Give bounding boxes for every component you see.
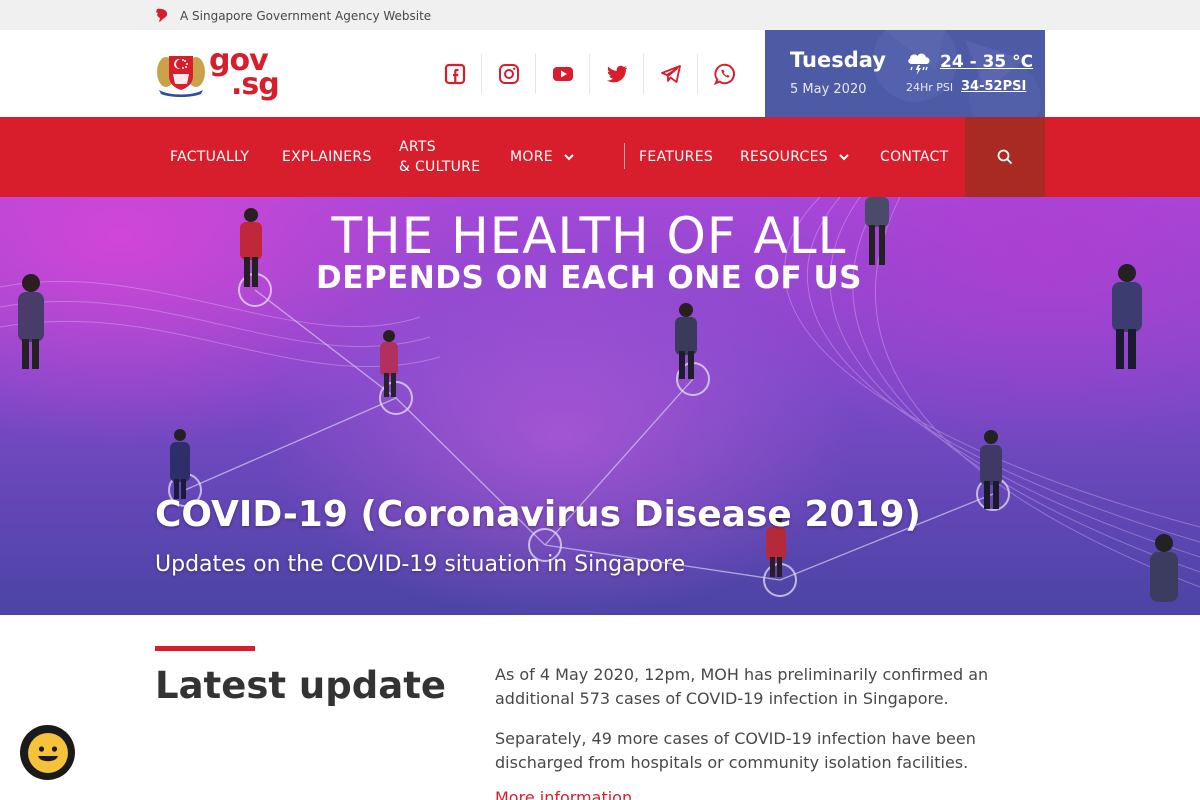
nav-label: MORE (510, 149, 553, 165)
chatbot-button[interactable] (20, 725, 75, 780)
gov-sg-logo[interactable]: gov .sg (155, 46, 280, 100)
hero-banner: THE HEALTH OF ALL DEPENDS ON EACH ONE OF… (0, 197, 1200, 615)
psi-link[interactable]: 34-52PSI (961, 79, 1026, 94)
section-accent-bar (155, 646, 255, 651)
hero-subheadline: DEPENDS ON EACH ONE OF US (316, 260, 862, 296)
nav-label: RESOURCES (740, 149, 828, 165)
nav-item-contact[interactable]: CONTACT (880, 117, 949, 197)
page-title: COVID-19 (Coronavirus Disease 2019) (155, 494, 921, 535)
search-button[interactable] (965, 117, 1045, 197)
twitter-link[interactable] (590, 54, 644, 94)
logo-wordmark: gov .sg (209, 46, 280, 100)
youtube-link[interactable] (536, 54, 590, 94)
nav-item-more[interactable]: MORE (510, 117, 575, 197)
whatsapp-icon (714, 63, 735, 85)
nav-item-factually[interactable]: FACTUALLY (170, 117, 249, 197)
update-paragraph: As of 4 May 2020, 12pm, MOH has prelimin… (495, 665, 989, 708)
instagram-link[interactable] (482, 54, 536, 94)
chevron-down-icon (839, 154, 849, 161)
nav-divider (624, 143, 625, 169)
social-links (428, 54, 752, 94)
chevron-down-icon (564, 154, 574, 161)
nav-label-line2: & CULTURE (399, 159, 481, 175)
current-date: 5 May 2020 (790, 82, 867, 97)
search-icon (997, 149, 1013, 165)
nav-item-resources[interactable]: RESOURCES (740, 117, 850, 197)
nav-label: EXPLAINERS (282, 149, 372, 165)
lion-head-icon (156, 8, 168, 22)
psi-label: 24Hr PSI (906, 81, 954, 94)
nav-label: FEATURES (639, 149, 714, 165)
nav-item-features[interactable]: FEATURES (639, 117, 713, 197)
youtube-icon (552, 67, 573, 81)
section-heading: Latest update (155, 664, 446, 707)
facebook-icon (444, 63, 465, 85)
main-nav: FACTUALLY EXPLAINERS ARTS & CULTURE MORE… (0, 117, 1200, 197)
nav-label: FACTUALLY (170, 149, 250, 165)
hero-headline: THE HEALTH OF ALL (331, 207, 847, 265)
smiley-face-icon (27, 732, 68, 773)
facebook-link[interactable] (428, 54, 482, 94)
masthead-text: A Singapore Government Agency Website (180, 9, 432, 23)
temperature-link[interactable]: 24 - 35 °C (940, 52, 1033, 72)
nav-label: ARTS & CULTURE (399, 137, 480, 177)
nav-item-arts-culture[interactable]: ARTS & CULTURE (399, 117, 480, 197)
nav-item-explainers[interactable]: EXPLAINERS (282, 117, 372, 197)
whatsapp-link[interactable] (698, 54, 752, 94)
date-weather-panel: Tuesday 5 May 2020 24 - 35 °C 24Hr PSI 3… (765, 30, 1045, 117)
twitter-icon (606, 65, 627, 83)
telegram-icon (660, 65, 681, 83)
update-paragraph: Separately, 49 more cases of COVID-19 in… (495, 729, 976, 772)
singapore-crest-icon (157, 56, 205, 97)
thundery-showers-icon (908, 53, 930, 75)
instagram-icon (498, 64, 519, 84)
current-day: Tuesday (790, 48, 886, 72)
more-information-link[interactable]: More information (495, 788, 632, 800)
header: gov .sg Tuesday 5 May 2020 24 - 35 °C 24… (0, 30, 1200, 117)
nav-label: CONTACT (880, 149, 949, 165)
nav-label-line1: ARTS (399, 139, 436, 155)
masthead: A Singapore Government Agency Website (0, 0, 1200, 30)
telegram-link[interactable] (644, 54, 698, 94)
page-subtitle: Updates on the COVID-19 situation in Sin… (155, 552, 686, 577)
